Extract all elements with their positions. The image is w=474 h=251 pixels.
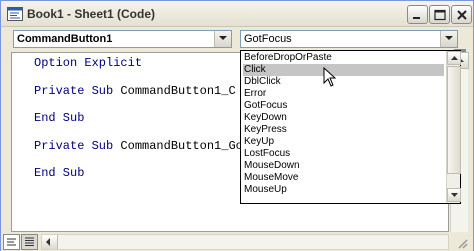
- full-module-view-button[interactable]: [21, 234, 38, 250]
- procedure-combo-dropdown-button[interactable]: [440, 31, 457, 47]
- code-window-icon: [7, 7, 23, 21]
- dropdown-item[interactable]: KeyUp: [243, 136, 444, 148]
- code-window: Book1 - Sheet1 (Code) CommandButton1 Got…: [0, 0, 474, 251]
- dropdown-item[interactable]: MouseUp: [243, 184, 444, 196]
- code-keyword: End Sub: [34, 111, 85, 125]
- dropdown-scroll-thumb[interactable]: [447, 66, 461, 174]
- maximize-button[interactable]: [429, 5, 450, 24]
- code-keyword: Option Explicit: [34, 56, 143, 70]
- dropdown-item[interactable]: DblClick: [243, 76, 444, 88]
- mouse-pointer-icon: [323, 66, 337, 87]
- procedure-view-icon: [7, 238, 16, 246]
- chevron-down-icon: [219, 36, 227, 40]
- code-keyword: Private Sub: [34, 84, 121, 98]
- horizontal-scrollbar[interactable]: [41, 234, 449, 250]
- chevron-down-icon: [451, 193, 458, 197]
- object-combo-dropdown-button[interactable]: [214, 31, 231, 47]
- dropdown-item[interactable]: BeforeDropOrPaste: [243, 52, 444, 64]
- object-combo-value: CommandButton1: [17, 33, 113, 45]
- object-combo[interactable]: CommandButton1: [13, 30, 232, 48]
- window-title: Book1 - Sheet1 (Code): [27, 7, 156, 21]
- close-icon: [457, 10, 467, 20]
- minimize-button[interactable]: [407, 5, 428, 24]
- minimize-icon: [413, 17, 420, 19]
- code-keyword: Private Sub: [34, 139, 121, 153]
- chevron-down-icon: [445, 36, 453, 40]
- code-line[interactable]: Private Sub CommandButton1_C: [34, 84, 236, 98]
- code-keyword: End Sub: [34, 166, 85, 180]
- code-text: CommandButton1_C: [120, 84, 236, 98]
- procedure-view-button[interactable]: [3, 234, 20, 250]
- dropdown-item-selected[interactable]: Click: [243, 64, 444, 76]
- code-line[interactable]: End Sub: [34, 166, 84, 180]
- code-line[interactable]: Private Sub CommandButton1_Go: [34, 139, 243, 153]
- maximize-icon: [434, 9, 446, 21]
- resize-grip-icon[interactable]: [453, 234, 469, 250]
- dropdown-item[interactable]: GotFocus: [243, 100, 444, 112]
- chevron-left-icon: [46, 238, 50, 246]
- dropdown-item[interactable]: KeyDown: [243, 112, 444, 124]
- bottom-bar: [1, 233, 473, 251]
- dropdown-item[interactable]: MouseDown: [243, 160, 444, 172]
- procedure-dropdown-list[interactable]: BeforeDropOrPaste Click DblClick Error G…: [240, 50, 461, 204]
- code-line[interactable]: Option Explicit: [34, 56, 142, 70]
- scroll-left-button[interactable]: [42, 235, 58, 249]
- chevron-up-icon: [451, 56, 458, 60]
- code-line[interactable]: End Sub: [34, 111, 84, 125]
- procedure-combo[interactable]: GotFocus: [240, 30, 458, 48]
- dropdown-item[interactable]: MouseMove: [243, 172, 444, 184]
- dropdown-scroll-up-button[interactable]: [447, 51, 461, 65]
- dropdown-item[interactable]: LostFocus: [243, 148, 444, 160]
- dropdown-items: BeforeDropOrPaste Click DblClick Error G…: [241, 51, 446, 203]
- dropdown-scroll-down-button[interactable]: [447, 188, 461, 202]
- code-text: CommandButton1_Go: [120, 139, 243, 153]
- combo-bar: CommandButton1 GotFocus: [1, 28, 473, 52]
- full-module-view-icon: [25, 237, 34, 246]
- title-bar[interactable]: Book1 - Sheet1 (Code): [1, 1, 473, 27]
- dropdown-scrollbar[interactable]: [446, 51, 461, 203]
- close-button[interactable]: [451, 5, 472, 24]
- procedure-combo-value: GotFocus: [244, 33, 292, 45]
- dropdown-item[interactable]: Error: [243, 88, 444, 100]
- dropdown-item[interactable]: KeyPress: [243, 124, 444, 136]
